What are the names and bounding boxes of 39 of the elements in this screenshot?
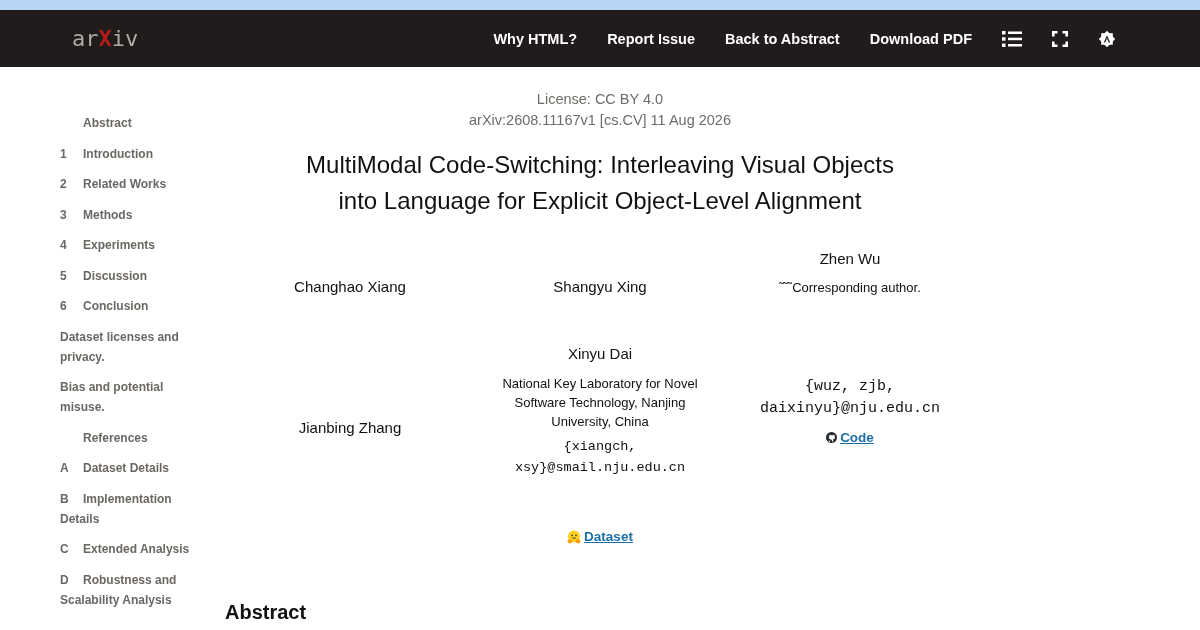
toc-link[interactable]: D Robustness and Scalability Analysis (60, 569, 210, 610)
toc-link[interactable]: C Extended Analysis (60, 539, 210, 559)
github-icon (826, 432, 838, 443)
smiley-icon (567, 530, 582, 544)
arxiv-identifier: arXiv:2608.11167v1 [cs.CV] 11 Aug 2026 (469, 111, 731, 130)
fullscreen-icon[interactable] (1052, 30, 1068, 47)
nav-link[interactable]: Back to Abstract (725, 30, 840, 47)
code-link[interactable]: Code (826, 428, 874, 447)
email-address: {wuz, zjb, daixinyu}@nju.edu.cn (759, 376, 941, 419)
toc-link[interactable]: 1 Introduction (60, 143, 210, 164)
nav-link[interactable]: Report Issue (607, 30, 695, 47)
toc-link[interactable]: References (60, 427, 210, 448)
author-name: Xinyu Dai (567, 344, 633, 364)
toc-link[interactable]: 3 Methods (60, 204, 210, 225)
footnote-text: ˜˜˜Corresponding author. (779, 279, 921, 297)
toc-link[interactable]: 6 Conclusion (60, 296, 210, 316)
toc-link[interactable]: Abstract (60, 113, 210, 133)
author-name: Changhao Xiang (294, 277, 406, 297)
toc-link[interactable]: 2 Related Works (60, 174, 210, 194)
toc-link[interactable]: Dataset licenses and privacy. (60, 326, 210, 367)
paper-title: MultiModal Code-Switching: Interleaving Visual Objects into Language for Explicit Object-Level Alignment (305, 150, 895, 216)
toc-link[interactable]: A Dataset Details (60, 458, 210, 478)
list-icon[interactable] (1002, 30, 1022, 47)
theme-icon[interactable] (1098, 29, 1116, 48)
author-name: Jianbing Zhang (298, 418, 402, 438)
toc-link[interactable]: 5 Discussion (60, 265, 210, 286)
toc-link[interactable]: B Implementation Details (60, 488, 210, 529)
nav-link[interactable]: Why HTML? (493, 30, 578, 47)
toc-link[interactable]: 4 Experiments (60, 235, 210, 255)
author-name: Shangyu Xing (553, 277, 647, 297)
site-logo[interactable]: arXiv (72, 25, 139, 52)
author-name: Zhen Wu (819, 249, 881, 269)
section-heading: Abstract (225, 600, 307, 624)
nav-link[interactable]: Download PDF (869, 30, 972, 47)
affiliation-text: National Key Laboratory for Novel Software Technology, Nanjing University, China (501, 375, 699, 431)
license-text: License: CC BY 4.0 (536, 90, 664, 109)
email-address: {xiangch, xsy}@smail.nju.edu.cn (513, 438, 687, 477)
dataset-link[interactable]: Dataset (567, 528, 633, 546)
toc-link[interactable]: Bias and potential misuse. (60, 377, 210, 417)
